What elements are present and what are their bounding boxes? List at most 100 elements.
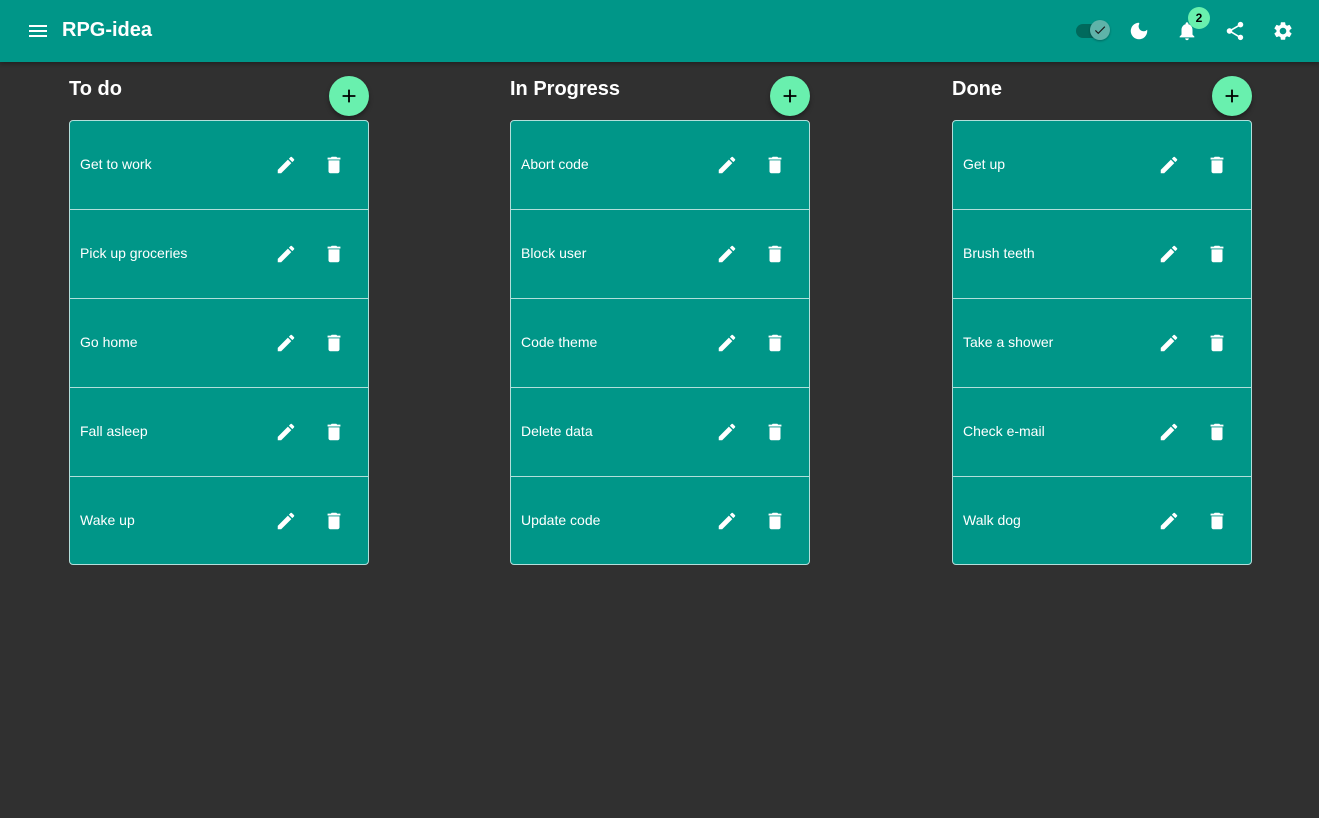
edit-task-button[interactable] [1156, 419, 1182, 445]
task-list: Abort code Block user Code theme Delete dat… [510, 120, 810, 565]
trash-icon [768, 245, 782, 263]
task-item[interactable]: Delete data [511, 388, 809, 477]
task-item[interactable]: Fall asleep [70, 388, 368, 477]
column-title: Done [952, 78, 1002, 100]
edit-task-button[interactable] [273, 330, 299, 356]
task-item[interactable]: Get to work [70, 121, 368, 210]
notification-badge: 2 [1188, 7, 1210, 29]
top-toolbar: RPG-idea 2 [0, 0, 1319, 62]
edit-task-button[interactable] [1156, 508, 1182, 534]
pencil-icon [718, 156, 736, 174]
settings-button[interactable] [1270, 18, 1296, 44]
edit-task-button[interactable] [273, 508, 299, 534]
edit-task-button[interactable] [714, 152, 740, 178]
task-label: Code theme [521, 334, 598, 350]
delete-task-button[interactable] [762, 419, 788, 445]
share-button[interactable] [1222, 18, 1248, 44]
trash-icon [327, 423, 341, 441]
task-item[interactable]: Update code [511, 477, 809, 564]
pencil-icon [1160, 245, 1178, 263]
app-title: RPG-idea [62, 19, 153, 41]
pencil-icon [1160, 512, 1178, 530]
task-item[interactable]: Brush teeth [953, 210, 1251, 299]
task-item[interactable]: Wake up [70, 477, 368, 564]
edit-task-button[interactable] [273, 152, 299, 178]
dark-mode-button[interactable] [1126, 18, 1152, 44]
trash-icon [768, 423, 782, 441]
delete-task-button[interactable] [1204, 152, 1230, 178]
delete-task-button[interactable] [321, 330, 347, 356]
delete-task-button[interactable] [321, 241, 347, 267]
toggle-thumb [1090, 20, 1110, 40]
delete-task-button[interactable] [1204, 241, 1230, 267]
delete-task-button[interactable] [762, 508, 788, 534]
column-title: In Progress [510, 78, 621, 100]
delete-task-button[interactable] [321, 419, 347, 445]
task-item[interactable]: Block user [511, 210, 809, 299]
task-label: Go home [80, 334, 138, 350]
task-item[interactable]: Check e-mail [953, 388, 1251, 477]
add-task-button[interactable] [1212, 76, 1252, 116]
task-label: Fall asleep [80, 423, 148, 439]
menu-button[interactable] [26, 19, 50, 43]
edit-task-button[interactable] [273, 419, 299, 445]
delete-task-button[interactable] [762, 152, 788, 178]
delete-task-button[interactable] [1204, 508, 1230, 534]
task-list: Get to work Pick up groceries Go home Fall … [69, 120, 369, 565]
pencil-icon [277, 512, 295, 530]
trash-icon [327, 245, 341, 263]
gear-icon [1274, 22, 1292, 40]
pencil-icon [277, 245, 295, 263]
menu-icon [29, 25, 47, 37]
task-label: Brush teeth [963, 245, 1035, 261]
pencil-icon [718, 334, 736, 352]
add-task-button[interactable] [329, 76, 369, 116]
edit-task-button[interactable] [1156, 241, 1182, 267]
pencil-icon [718, 512, 736, 530]
pencil-icon [718, 423, 736, 441]
task-item[interactable]: Code theme [511, 299, 809, 388]
pencil-icon [277, 334, 295, 352]
delete-task-button[interactable] [762, 241, 788, 267]
edit-task-button[interactable] [273, 241, 299, 267]
edit-task-button[interactable] [714, 508, 740, 534]
task-item[interactable]: Abort code [511, 121, 809, 210]
delete-task-button[interactable] [321, 152, 347, 178]
delete-task-button[interactable] [1204, 419, 1230, 445]
pencil-icon [1160, 156, 1178, 174]
add-task-button[interactable] [770, 76, 810, 116]
moon-icon [1130, 22, 1148, 40]
edit-task-button[interactable] [714, 330, 740, 356]
edit-task-button[interactable] [714, 241, 740, 267]
trash-icon [768, 334, 782, 352]
task-item[interactable]: Pick up groceries [70, 210, 368, 299]
delete-task-button[interactable] [1204, 330, 1230, 356]
trash-icon [1210, 423, 1224, 441]
trash-icon [327, 156, 341, 174]
trash-icon [1210, 512, 1224, 530]
task-item[interactable]: Get up [953, 121, 1251, 210]
task-label: Block user [521, 245, 587, 261]
task-label: Get to work [80, 156, 152, 172]
plus-icon [342, 89, 356, 103]
task-item[interactable]: Walk dog [953, 477, 1251, 564]
edit-task-button[interactable] [1156, 330, 1182, 356]
trash-icon [768, 512, 782, 530]
delete-task-button[interactable] [321, 508, 347, 534]
trash-icon [1210, 245, 1224, 263]
task-item[interactable]: Go home [70, 299, 368, 388]
edit-task-button[interactable] [1156, 152, 1182, 178]
pencil-icon [718, 245, 736, 263]
trash-icon [1210, 156, 1224, 174]
trash-icon [327, 334, 341, 352]
task-label: Abort code [521, 156, 589, 172]
trash-icon [1210, 334, 1224, 352]
theme-toggle[interactable] [1074, 19, 1112, 41]
delete-task-button[interactable] [762, 330, 788, 356]
edit-task-button[interactable] [714, 419, 740, 445]
task-list: Get up Brush teeth Take a shower Check e-ma… [952, 120, 1252, 565]
plus-icon [783, 89, 797, 103]
pencil-icon [277, 156, 295, 174]
task-item[interactable]: Take a shower [953, 299, 1251, 388]
task-label: Wake up [80, 512, 135, 528]
